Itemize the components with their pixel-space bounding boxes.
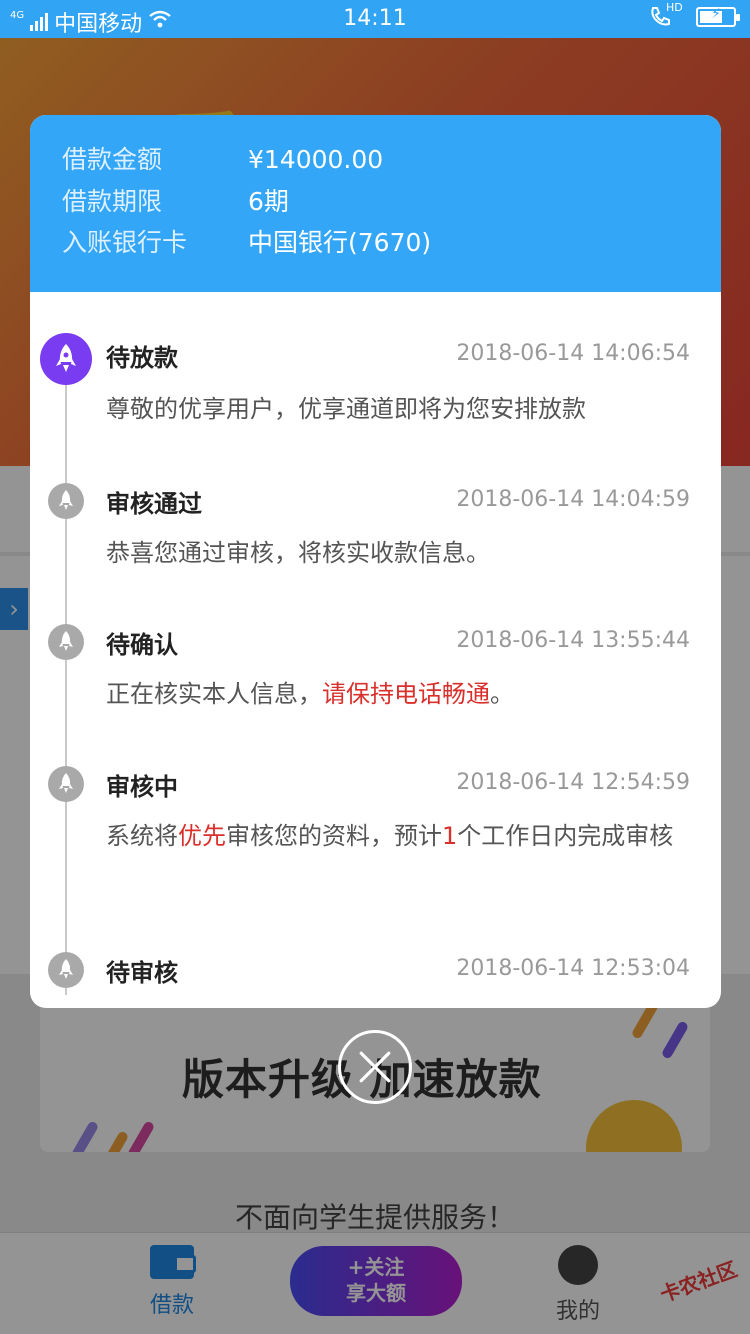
rocket-icon [48, 766, 84, 802]
rocket-icon [40, 333, 92, 385]
loan-term-label: 借款期限 [62, 187, 163, 216]
hd-label: HD [666, 1, 683, 14]
timeline-title: 待审核 [106, 959, 178, 987]
timeline-desc: 尊敬的优享用户，优享通道即将为您安排放款 [106, 395, 586, 423]
desc-text: 个工作日内完成审核 [457, 822, 674, 850]
bank-card-value: 中国银行(7670) [248, 228, 432, 257]
status-bar: 4G 中国移动 14:11 HD ⚡ [0, 0, 750, 38]
loan-info-header: 借款金额 ¥14000.00 借款期限 6期 入账银行卡 中国银行(7670) [30, 115, 721, 292]
timeline-desc: 正在核实本人信息，请保持电话畅通。 [106, 671, 696, 717]
loan-status-modal: 借款金额 ¥14000.00 借款期限 6期 入账银行卡 中国银行(7670) … [30, 115, 721, 1008]
bank-card-label: 入账银行卡 [62, 228, 188, 257]
loan-term-value: 6期 [248, 187, 289, 216]
timeline-time: 2018-06-14 12:53:04 [456, 956, 690, 981]
close-button[interactable] [338, 1030, 412, 1104]
timeline-title: 审核通过 [106, 490, 202, 518]
desc-text: 系统将 [106, 822, 178, 850]
timeline-time: 2018-06-14 14:06:54 [456, 341, 690, 366]
desc-text: 。 [490, 680, 514, 708]
timeline-title: 待放款 [106, 344, 178, 372]
charging-icon: ⚡ [711, 6, 721, 22]
desc-highlight: 1 [442, 822, 458, 850]
close-icon [359, 1051, 391, 1083]
loan-amount-value: ¥14000.00 [248, 145, 384, 174]
rocket-icon [48, 624, 84, 660]
desc-highlight: 优先 [178, 822, 226, 850]
desc-text: 正在核实本人信息， [106, 680, 322, 708]
timeline-time: 2018-06-14 13:55:44 [456, 628, 690, 653]
phone-hd-icon: HD [648, 1, 683, 29]
status-right: HD ⚡ [648, 1, 740, 29]
timeline-time: 2018-06-14 12:54:59 [456, 770, 690, 795]
loan-amount-label: 借款金额 [62, 145, 163, 174]
desc-text: 审核您的资料，预计 [226, 822, 442, 850]
timeline-title: 审核中 [106, 773, 178, 801]
desc-highlight: 请保持电话畅通 [322, 680, 490, 708]
rocket-icon [48, 483, 84, 519]
battery-icon: ⚡ [696, 6, 740, 27]
timeline-title: 待确认 [106, 631, 178, 659]
status-time: 14:11 [343, 6, 407, 31]
timeline-desc: 系统将优先审核您的资料，预计1个工作日内完成审核 [106, 813, 696, 859]
timeline-line [65, 355, 67, 995]
timeline-desc: 恭喜您通过审核，将核实收款信息。 [106, 539, 490, 567]
timeline-time: 2018-06-14 14:04:59 [456, 487, 690, 512]
rocket-icon [48, 952, 84, 988]
